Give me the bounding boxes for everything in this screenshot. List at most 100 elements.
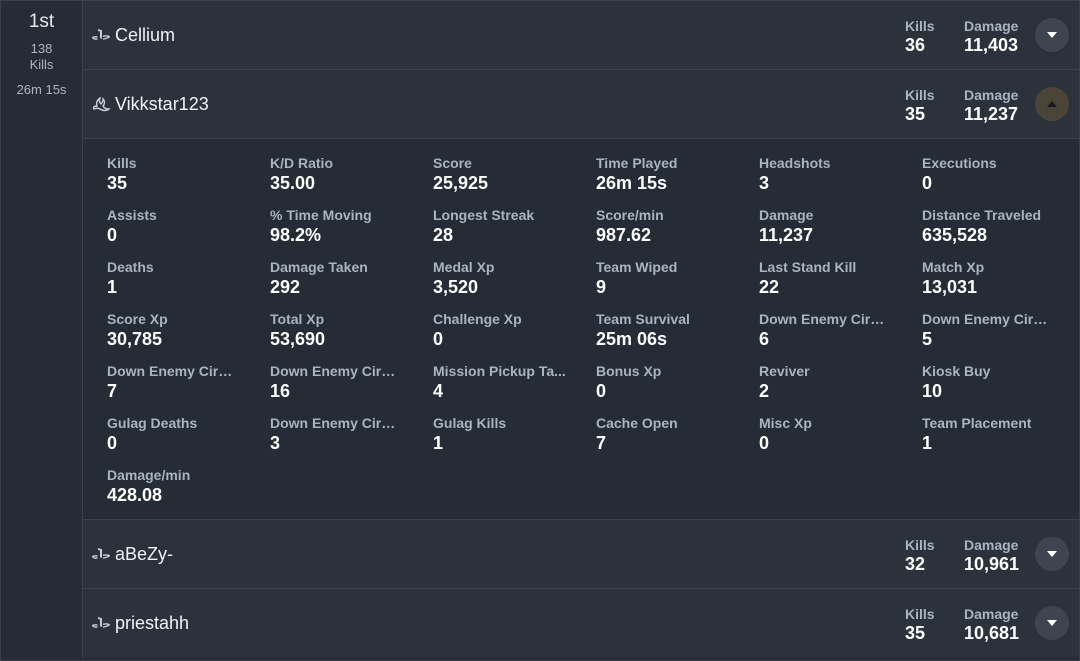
kills-value: 36: [905, 35, 926, 55]
stat-cell: Headshots 3: [759, 155, 922, 207]
stat-cell: Longest Streak 28: [433, 207, 596, 259]
stat-label: Assists: [107, 207, 157, 223]
battlenet-icon: [91, 97, 111, 112]
damage-label: Damage: [964, 537, 1019, 553]
stat-cell: Misc Xp 0: [759, 415, 922, 467]
stat-label: Team Survival: [596, 311, 690, 327]
stat-label: Score Xp: [107, 311, 168, 327]
stat-label: Down Enemy Circle...: [270, 415, 403, 431]
player-row[interactable]: aBeZy- Kills 32 Damage 10,961: [83, 520, 1079, 589]
stat-value: 1: [922, 433, 933, 453]
stat-cell: Down Enemy Circle... 3: [270, 415, 433, 467]
stat-label: Score/min: [596, 207, 664, 223]
stat-label: Damage Taken: [270, 259, 368, 275]
stat-cell: Last Stand Kill 22: [759, 259, 922, 311]
stat-cell: Score Xp 30,785: [107, 311, 270, 363]
stat-label: Down Enemy Circle...: [922, 311, 1055, 327]
stat-cell: Deaths 1: [107, 259, 270, 311]
stat-cell: Down Enemy Circle... 6: [759, 311, 922, 363]
stat-label: Down Enemy Circle...: [759, 311, 892, 327]
stat-value: 2: [759, 381, 770, 401]
stat-value: 987.62: [596, 225, 652, 245]
stat-value: 16: [270, 381, 291, 401]
stat-label: Deaths: [107, 259, 154, 275]
stat-cell: Team Placement 1: [922, 415, 1080, 467]
damage-value: 10,681: [964, 623, 1020, 643]
stat-value: 26m 15s: [596, 173, 668, 193]
player-details: Kills 35 K/D Ratio 35.00 Score 25,925 Time Pla…: [83, 139, 1079, 520]
stat-cell: Total Xp 53,690: [270, 311, 433, 363]
stat-value: 98.2%: [270, 225, 322, 245]
stat-value: 4: [433, 381, 444, 401]
stat-cell: Kiosk Buy 10: [922, 363, 1080, 415]
stat-cell: Gulag Deaths 0: [107, 415, 270, 467]
stat-cell: Challenge Xp 0: [433, 311, 596, 363]
stat-label: Kiosk Buy: [922, 363, 991, 379]
stat-value: 0: [759, 433, 770, 453]
expand-button[interactable]: [1035, 537, 1069, 571]
stat-cell: Match Xp 13,031: [922, 259, 1080, 311]
player-row[interactable]: Vikkstar123 Kills 35 Damage 11,237: [83, 70, 1079, 139]
player-row[interactable]: Cellium Kills 36 Damage 11,403: [83, 1, 1079, 70]
stat-value: 3: [759, 173, 770, 193]
stat-value: 13,031: [922, 277, 978, 297]
chevron-down-icon: [1047, 32, 1057, 38]
chevron-down-icon: [1047, 551, 1057, 557]
stat-label: Total Xp: [270, 311, 325, 327]
stat-label: Down Enemy Circle...: [270, 363, 403, 379]
expand-button[interactable]: [1035, 18, 1069, 52]
player-row[interactable]: priestahh Kills 35 Damage 10,681: [83, 589, 1079, 657]
expand-button[interactable]: [1035, 606, 1069, 640]
stat-cell: Team Wiped 9: [596, 259, 759, 311]
stat-cell: Cache Open 7: [596, 415, 759, 467]
stat-cell: Damage/min 428.08: [107, 467, 270, 519]
player-name: aBeZy-: [115, 543, 174, 564]
stat-label: Medal Xp: [433, 259, 495, 275]
stat-value: 30,785: [107, 329, 163, 349]
stat-cell: Bonus Xp 0: [596, 363, 759, 415]
stat-cell: Down Enemy Circle... 16: [270, 363, 433, 415]
stat-cell: Time Played 26m 15s: [596, 155, 759, 207]
stat-value: 635,528: [922, 225, 988, 245]
stat-value: 25,925: [433, 173, 489, 193]
stat-value: 5: [922, 329, 933, 349]
stat-value: 35.00: [270, 173, 316, 193]
stat-label: Distance Traveled: [922, 207, 1042, 223]
damage-value: 10,961: [964, 554, 1020, 574]
stat-value: 25m 06s: [596, 329, 668, 349]
stat-cell: Assists 0: [107, 207, 270, 259]
player-name: Vikkstar123: [115, 93, 209, 114]
playstation-icon: [91, 28, 111, 42]
player-name-wrap: Cellium: [91, 1, 175, 69]
damage-label: Damage: [964, 87, 1019, 103]
stat-label: Down Enemy Circle...: [107, 363, 240, 379]
stat-cell: Gulag Kills 1: [433, 415, 596, 467]
stat-label: Challenge Xp: [433, 311, 522, 327]
stat-label: Cache Open: [596, 415, 678, 431]
stats-grid: Kills 35 K/D Ratio 35.00 Score 25,925 Time Pla…: [107, 155, 1080, 519]
stat-label: Damage/min: [107, 467, 191, 483]
stat-value: 1: [107, 277, 118, 297]
stat-label: Misc Xp: [759, 415, 812, 431]
stat-label: Reviver: [759, 363, 810, 379]
collapse-button[interactable]: [1035, 87, 1069, 121]
player-name-wrap: aBeZy-: [91, 520, 173, 588]
kills-label: Kills: [905, 87, 935, 103]
stat-value: 9: [596, 277, 607, 297]
stat-value: 292: [270, 277, 301, 297]
stat-cell: Kills 35: [107, 155, 270, 207]
damage-value: 11,237: [964, 104, 1019, 124]
stat-value: 6: [759, 329, 770, 349]
stat-value: 22: [759, 277, 780, 297]
stat-label: Team Wiped: [596, 259, 678, 275]
stat-value: 0: [596, 381, 607, 401]
chevron-up-icon: [1047, 101, 1057, 107]
stat-value: 7: [107, 381, 118, 401]
stat-value: 7: [596, 433, 607, 453]
stat-cell: Mission Pickup Ta... 4: [433, 363, 596, 415]
stat-value: 3,520: [433, 277, 479, 297]
chevron-down-icon: [1047, 620, 1057, 626]
stat-cell: % Time Moving 98.2%: [270, 207, 433, 259]
stat-value: 11,237: [759, 225, 814, 245]
stat-cell: Distance Traveled 635,528: [922, 207, 1080, 259]
